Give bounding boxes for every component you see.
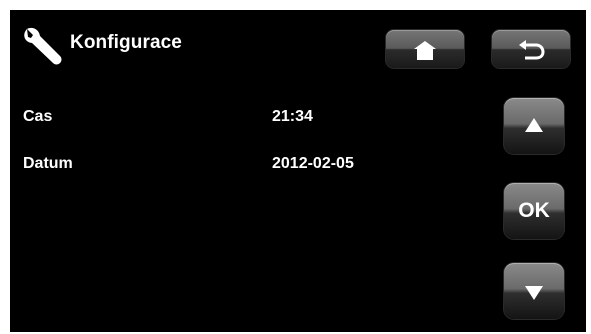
ok-label: OK (518, 199, 550, 222)
header: Konfigurace (10, 10, 586, 82)
arrow-up-icon (525, 118, 543, 132)
back-button[interactable] (492, 30, 570, 68)
arrow-down-icon (525, 286, 543, 300)
ok-button[interactable]: OK (504, 183, 564, 239)
up-button[interactable] (504, 98, 564, 154)
time-value[interactable]: 21:34 (272, 108, 313, 126)
home-button[interactable] (386, 30, 464, 68)
home-icon (414, 41, 436, 60)
page-title: Konfigurace (70, 32, 182, 53)
time-label: Cas (23, 108, 53, 125)
device-screen: Konfigurace Cas 21:34 Datum 2012-02-05 O… (10, 10, 586, 332)
down-button[interactable] (504, 263, 564, 319)
wrench-icon (24, 27, 62, 65)
back-arrow-icon (519, 40, 545, 60)
date-value[interactable]: 2012-02-05 (272, 155, 354, 173)
date-label: Datum (23, 155, 73, 172)
